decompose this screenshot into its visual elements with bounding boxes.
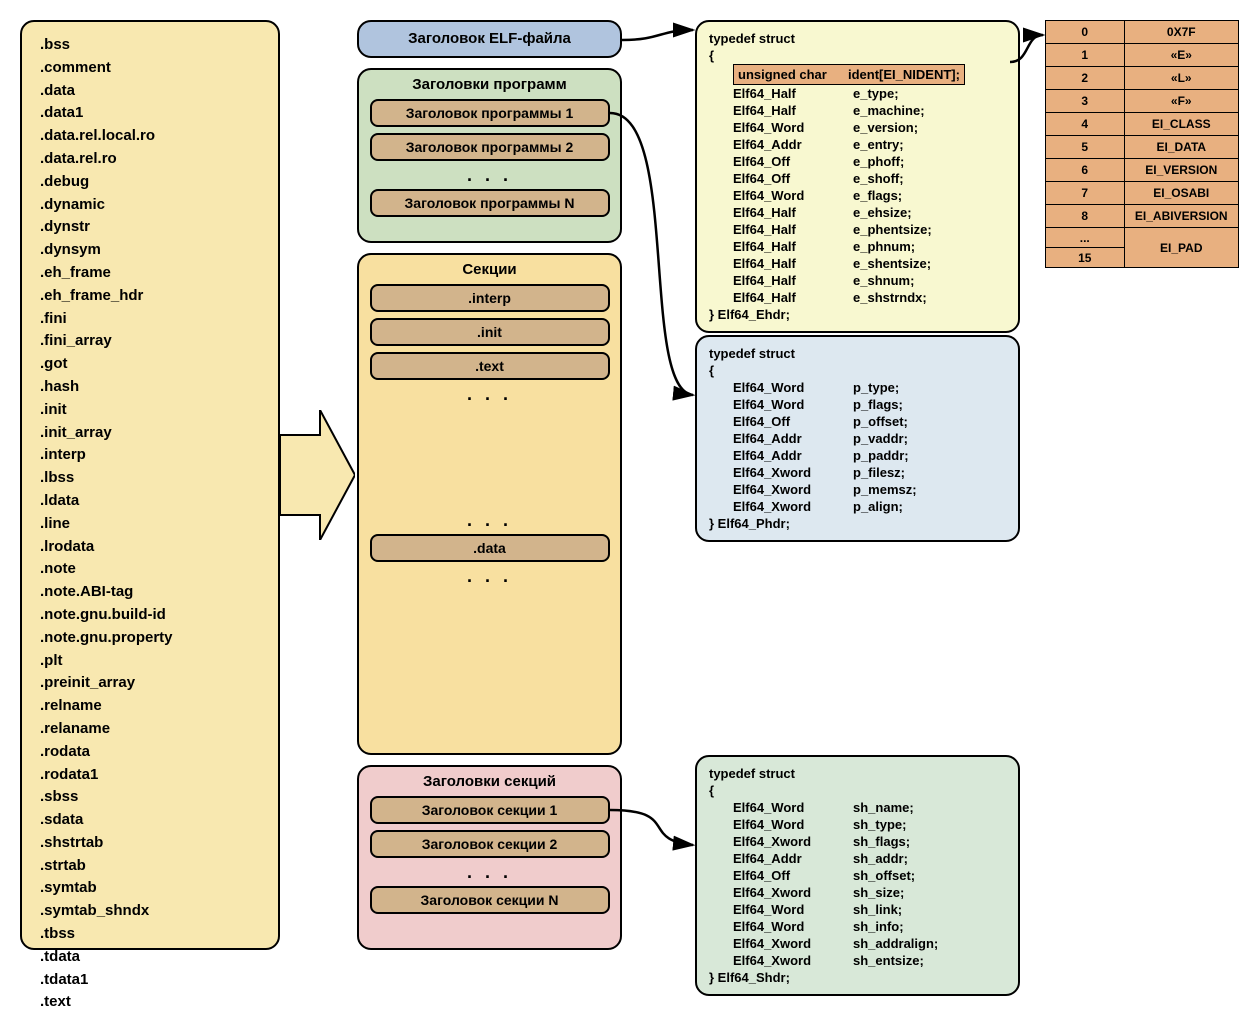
section-name: .lbss: [40, 467, 260, 490]
section-name: .data.rel.local.ro: [40, 125, 260, 148]
section-name: .dynamic: [40, 194, 260, 217]
section-header-item: Заголовок секции 1: [370, 796, 610, 824]
program-header-item: Заголовок программы 2: [370, 133, 610, 161]
section-name: .interp: [40, 444, 260, 467]
section-name: .note.ABI-tag: [40, 581, 260, 604]
section-name: .relaname: [40, 718, 260, 741]
section-name: .symtab: [40, 877, 260, 900]
section-name: .text: [40, 991, 260, 1014]
section-name: .data: [40, 80, 260, 103]
section-name: .init_array: [40, 422, 260, 445]
section-item: .text: [370, 352, 610, 380]
program-headers-box: Заголовки программ Заголовок программы 1…: [357, 68, 622, 243]
ehdr-struct: typedef struct { unsigned charident[EI_N…: [695, 20, 1020, 333]
section-name: .line: [40, 513, 260, 536]
section-name: .lrodata: [40, 536, 260, 559]
section-name: .got: [40, 353, 260, 376]
section-headers-box: Заголовки секций Заголовок секции 1 Заго…: [357, 765, 622, 950]
section-name: .tbss: [40, 923, 260, 946]
program-header-item: Заголовок программы 1: [370, 99, 610, 127]
section-name: .tdata: [40, 946, 260, 969]
section-name: .sdata: [40, 809, 260, 832]
ellipsis: . . .: [359, 512, 620, 528]
section-item: .interp: [370, 284, 610, 312]
section-name: .debug: [40, 171, 260, 194]
section-name: .relname: [40, 695, 260, 718]
section-name: .shstrtab: [40, 832, 260, 855]
section-name: .sbss: [40, 786, 260, 809]
section-name: .dynstr: [40, 216, 260, 239]
section-header-item: Заголовок секции 2: [370, 830, 610, 858]
section-name: .data.rel.ro: [40, 148, 260, 171]
ellipsis: . . .: [359, 386, 620, 402]
section-item: .init: [370, 318, 610, 346]
section-name: .tdata1: [40, 969, 260, 992]
section-headers-title: Заголовки секций: [359, 773, 620, 790]
section-header-item: Заголовок секции N: [370, 886, 610, 914]
elf-header-box: Заголовок ELF-файла: [357, 20, 622, 58]
section-name: .data1: [40, 102, 260, 125]
shdr-struct: typedef struct { Elf64_Wordsh_name;Elf64…: [695, 755, 1020, 996]
program-headers-title: Заголовки программ: [359, 76, 620, 93]
section-name: .eh_frame_hdr: [40, 285, 260, 308]
section-name: .note.gnu.property: [40, 627, 260, 650]
section-name: .comment: [40, 57, 260, 80]
section-name: .rodata1: [40, 764, 260, 787]
section-name: .ldata: [40, 490, 260, 513]
ellipsis: . . .: [359, 167, 620, 183]
section-name: .eh_frame: [40, 262, 260, 285]
ident-table: 00X7F1«E»2«L»3«F»4EI_CLASS5EI_DATA6EI_VE…: [1045, 20, 1239, 268]
sections-list: .bss.comment.data.data1.data.rel.local.r…: [20, 20, 280, 950]
section-name: .dynsym: [40, 239, 260, 262]
section-name: .preinit_array: [40, 672, 260, 695]
sections-box: Секции .interp .init .text . . . . . . .…: [357, 253, 622, 755]
sections-title: Секции: [359, 261, 620, 278]
section-name: .bss: [40, 34, 260, 57]
section-name: .symtab_shndx: [40, 900, 260, 923]
program-header-item: Заголовок программы N: [370, 189, 610, 217]
section-name: .strtab: [40, 855, 260, 878]
ellipsis: . . .: [359, 864, 620, 880]
section-name: .note.gnu.build-id: [40, 604, 260, 627]
section-name: .rodata: [40, 741, 260, 764]
section-name: .fini: [40, 308, 260, 331]
section-name: .hash: [40, 376, 260, 399]
big-arrow-icon: [280, 410, 355, 540]
section-name: .plt: [40, 650, 260, 673]
section-name: .fini_array: [40, 330, 260, 353]
section-name: .note: [40, 558, 260, 581]
phdr-struct: typedef struct { Elf64_Wordp_type;Elf64_…: [695, 335, 1020, 542]
section-name: .init: [40, 399, 260, 422]
ellipsis: . . .: [359, 568, 620, 584]
section-item: .data: [370, 534, 610, 562]
